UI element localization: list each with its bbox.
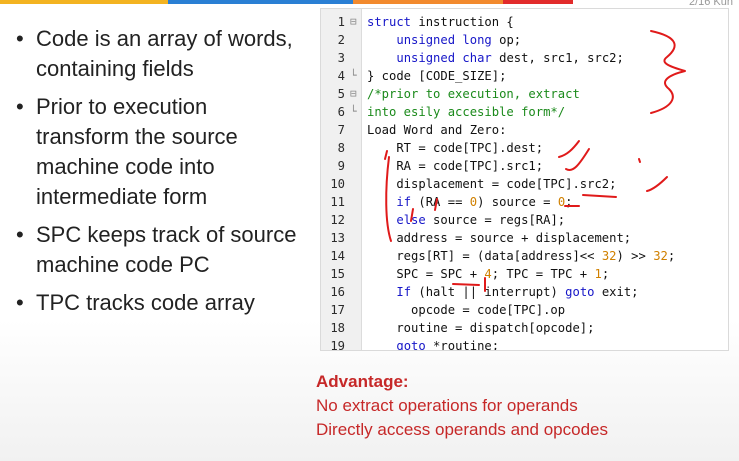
- fold-toggle-icon[interactable]: ⊟: [350, 85, 357, 103]
- code-line: 6 └ into esily accesible form*/: [321, 103, 728, 121]
- code-text: } code [CODE_SIZE];: [367, 69, 507, 83]
- advantage-line: No extract operations for operands: [316, 396, 578, 415]
- line-number: 7: [337, 123, 345, 137]
- line-number: 17: [330, 303, 345, 317]
- code-text: If (halt || interrupt) goto exit;: [396, 285, 639, 299]
- code-line: 15 SPC = SPC + 4; TPC = TPC + 1;: [321, 265, 728, 283]
- line-number: 19: [330, 339, 345, 351]
- line-number: 8: [337, 141, 345, 155]
- bullet-dot: •: [16, 222, 24, 247]
- code-line: 13 address = source + displacement;: [321, 229, 728, 247]
- code-line: 14 regs[RT] = (data[address]<< 32) >> 32…: [321, 247, 728, 265]
- line-number: 3: [337, 51, 345, 65]
- code-line: 19 goto *routine;: [321, 337, 728, 351]
- bullet-text: SPC keeps track of source machine code P…: [36, 222, 297, 277]
- advantage-title: Advantage:: [316, 372, 409, 391]
- code-text: unsigned char dest, src1, src2;: [396, 51, 624, 65]
- line-number: 16: [330, 285, 345, 299]
- code-line: 5 ⊟ /*prior to execution, extract: [321, 85, 728, 103]
- line-number: 13: [330, 231, 345, 245]
- code-text: RT = code[TPC].dest;: [367, 141, 544, 155]
- code-text: /*prior to execution, extract: [367, 87, 580, 101]
- bullet-dot: •: [16, 26, 24, 51]
- code-line: 9 RA = code[TPC].src1;: [321, 157, 728, 175]
- code-text: regs[RT] = (data[address]<< 32) >> 32;: [367, 249, 676, 263]
- code-editor-panel: 1 ⊟ struct instruction { 2 unsigned long op…: [320, 8, 729, 351]
- fold-end-icon: └: [350, 105, 357, 118]
- bullet-dot: •: [16, 290, 24, 315]
- code-line: 10 displacement = code[TPC].src2;: [321, 175, 728, 193]
- code-text: opcode = code[TPC].op: [367, 303, 566, 317]
- line-number: 14: [330, 249, 345, 263]
- line-number: 4: [337, 69, 345, 83]
- code-text: address = source + displacement;: [367, 231, 632, 245]
- bullet-item: • TPC tracks code array: [14, 288, 304, 318]
- code-text: RA = code[TPC].src1;: [367, 159, 544, 173]
- bullet-item: • SPC keeps track of source machine code …: [14, 220, 304, 280]
- bullet-item: • Code is an array of words, containing f…: [14, 24, 304, 84]
- code-line: 17 opcode = code[TPC].op: [321, 301, 728, 319]
- line-number: 5: [337, 87, 345, 101]
- code-text: else source = regs[RA];: [396, 213, 566, 227]
- bullet-text: Code is an array of words, containing fi…: [36, 26, 293, 81]
- line-number: 9: [337, 159, 345, 173]
- bullet-dot: •: [16, 94, 24, 119]
- slide-top-color-bar: [0, 0, 739, 4]
- line-number: 10: [330, 177, 345, 191]
- code-line: 3 unsigned char dest, src1, src2;: [321, 49, 728, 67]
- bar-segment-orange: [353, 0, 503, 4]
- code-line: 7 Load Word and Zero:: [321, 121, 728, 139]
- bar-segment-blue: [168, 0, 353, 4]
- code-text: displacement = code[TPC].src2;: [367, 177, 617, 191]
- code-line: 16 If (halt || interrupt) goto exit;: [321, 283, 728, 301]
- bar-segment-yellow: [0, 0, 168, 4]
- line-number: 6: [337, 105, 345, 119]
- line-number: 15: [330, 267, 345, 281]
- code-line: 12 else source = regs[RA];: [321, 211, 728, 229]
- code-line: 4 └ } code [CODE_SIZE];: [321, 67, 728, 85]
- code-line: 18 routine = dispatch[opcode];: [321, 319, 728, 337]
- fold-end-icon: └: [350, 69, 357, 82]
- bullet-text: Prior to execution transform the source …: [36, 94, 238, 209]
- fold-toggle-icon[interactable]: ⊟: [350, 13, 357, 31]
- code-text: if (RA == 0) source = 0;: [396, 195, 573, 209]
- bullet-list: • Code is an array of words, containing f…: [14, 24, 304, 326]
- advantage-line: Directly access operands and opcodes: [316, 420, 608, 439]
- code-text: Load Word and Zero:: [367, 123, 507, 137]
- code-text: routine = dispatch[opcode];: [367, 321, 595, 335]
- code-line: 11 if (RA == 0) source = 0;: [321, 193, 728, 211]
- code-line: 2 unsigned long op;: [321, 31, 728, 49]
- bullet-text: TPC tracks code array: [36, 290, 255, 315]
- line-number: 12: [330, 213, 345, 227]
- code-line: 8 RT = code[TPC].dest;: [321, 139, 728, 157]
- slide-corner-label: 2/16 Kun: [688, 0, 733, 8]
- code-text: into esily accesible form*/: [367, 105, 566, 119]
- bar-segment-red: [503, 0, 573, 4]
- code-line: 1 ⊟ struct instruction {: [321, 13, 728, 31]
- code-text: SPC = SPC + 4; TPC = TPC + 1;: [367, 267, 610, 281]
- line-number: 2: [337, 33, 345, 47]
- line-number: 18: [330, 321, 345, 335]
- line-number: 11: [330, 195, 345, 209]
- code-text: goto *routine;: [396, 339, 500, 351]
- code-text: struct instruction {: [367, 15, 514, 29]
- bullet-item: • Prior to execution transform the source…: [14, 92, 304, 212]
- line-number: 1: [337, 15, 345, 29]
- code-text: unsigned long op;: [396, 33, 522, 47]
